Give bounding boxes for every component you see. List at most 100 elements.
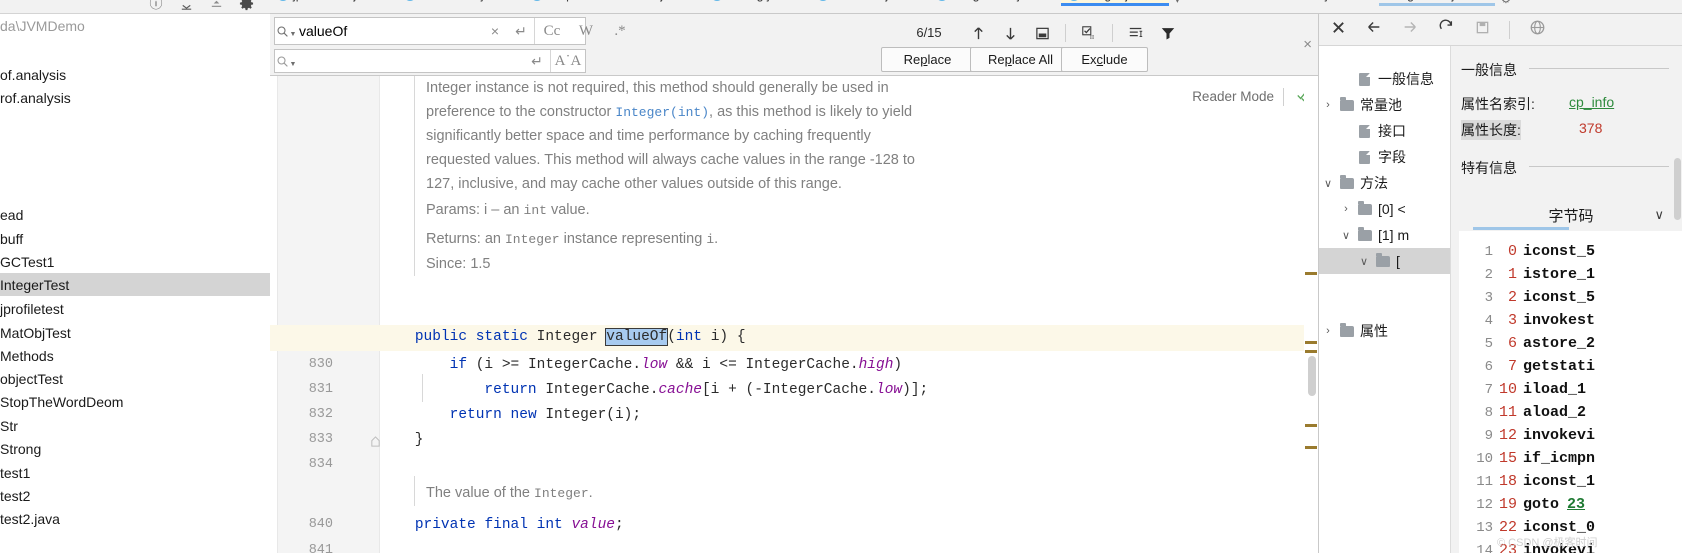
close-icon[interactable] [1329,20,1347,40]
tree-node[interactable]: › 属性 [1319,318,1451,344]
close-tab-icon[interactable]: × [511,0,517,1]
expand-all-icon[interactable] [208,0,224,12]
back-arrow-icon[interactable] [1365,19,1383,40]
search-field-container[interactable]: ▼ × ↵ Cc W .* [274,17,626,45]
tree-node[interactable]: ∨ 方法 [1319,170,1451,196]
editor-tab[interactable]: GCTest1.java × [810,0,928,6]
code-line[interactable]: if (i >= IntegerCache.low && i <= Intege… [380,357,903,373]
occurrence-marker[interactable] [1305,350,1317,353]
settings-gear-icon[interactable] [238,0,254,12]
close-tab-icon[interactable]: × [690,0,696,1]
bytecode-row[interactable]: 1 0 iconst_5 [1459,240,1682,263]
collapse-all-icon[interactable] [178,0,194,12]
replace-history-caret-icon[interactable]: ▼ [290,61,297,68]
bytecode-row[interactable]: 3 2 iconst_5 [1459,286,1682,309]
replace-history-icon[interactable]: ↵ [524,53,550,70]
search-history-icon[interactable]: ↵ [508,23,534,40]
close-tab-icon[interactable]: × [1482,0,1488,1]
class-structure-tree[interactable]: 一般信息 › 常量池 接口 字段 ∨ 方法 › [0] < ∨ [1] m ∨[› 属性 [1319,46,1451,553]
bytecode-row[interactable]: 6 7 getstati [1459,355,1682,378]
code-line[interactable]: private final int value; [380,517,624,533]
close-tab-icon[interactable]: × [797,0,803,1]
chevron-down-icon[interactable]: ∨ [1319,177,1337,190]
replace-field-container[interactable]: ▼ ↵ A˙A [274,49,586,73]
replace-all-button[interactable]: Re p lace All [970,47,1071,72]
close-tab-icon[interactable]: × [1047,0,1053,1]
sidebar-item[interactable]: da\JVMDemo [0,14,270,37]
bytecode-row[interactable]: 12 19 goto 23 [1459,493,1682,516]
tree-node[interactable]: ∨[ [1319,248,1451,274]
code-line[interactable]: } [380,432,424,448]
occurrence-marker[interactable] [1305,446,1317,449]
tree-node[interactable]: ∨ [1] m [1319,222,1451,248]
sidebar-item[interactable]: MatObjTest [0,321,270,344]
search-input[interactable] [297,23,482,39]
tabs-overflow-icon[interactable]: ▾ [1169,0,1187,6]
select-all-occurrences-icon[interactable]: II [1073,20,1105,46]
replace-button[interactable]: Re p lace [881,47,974,72]
find-previous-icon[interactable] [962,20,994,46]
chevron-down-icon[interactable]: ∨ [1337,229,1355,242]
jclasslib-tab[interactable]: IntegerTest.java × [1379,0,1495,6]
replace-search-icon[interactable]: ▼ [275,55,297,68]
toggle-whole-words[interactable]: W [569,23,603,40]
reload-icon[interactable] [1437,19,1455,40]
chevron-right-icon[interactable]: › [1319,325,1337,337]
line-number-gutter[interactable]: 829830831832833834840841 [278,76,380,553]
editor-tab[interactable]: StstemGC.java × [397,0,525,6]
clear-search-icon[interactable]: × [482,23,508,39]
tree-node[interactable]: 字段 [1319,144,1451,170]
search-history-caret-icon[interactable]: ▼ [290,31,297,38]
forward-arrow-icon[interactable] [1401,19,1419,40]
sidebar-item[interactable]: IntegerTest [0,273,270,296]
toggle-case-sensitive[interactable]: Cc [535,23,569,40]
exclude-button[interactable]: Ex c lude [1061,47,1148,72]
editor-tab[interactable]: Integer.java × [1060,0,1169,6]
bytecode-row[interactable]: 5 6 astore_2 [1459,332,1682,355]
code-line[interactable]: return IntegerCache.cache[i + (-IntegerC… [380,382,928,398]
filter-icon[interactable] [1152,20,1184,46]
bytecode-row[interactable]: 4 3 invokest [1459,309,1682,332]
chevron-right-icon[interactable]: › [1319,99,1337,111]
bytecode-row[interactable]: 7 10 iload_1 [1459,378,1682,401]
sidebar-item[interactable]: Strong [0,437,270,460]
bytecode-instruction-list[interactable]: 1 0 iconst_5 2 1 istore_1 3 2 iconst_5 4 3 invokest… [1459,231,1682,553]
replace-input[interactable] [297,53,524,69]
sidebar-item[interactable]: test2.java [0,507,270,530]
chevron-down-icon[interactable]: ∨ [1654,207,1664,223]
close-tab-icon[interactable]: × [383,0,389,1]
open-in-find-window-icon[interactable] [1026,20,1058,46]
settings-gear-icon[interactable]: ⚙ [1495,0,1517,6]
editor-tab[interactable]: IntegerTest.java × [929,0,1061,6]
find-next-icon[interactable] [994,20,1026,46]
sidebar-item[interactable]: test1 [0,461,270,484]
bytecode-row[interactable]: 11 18 iconst_1 [1459,470,1682,493]
attr-name-index-value[interactable]: cp_info [1569,94,1614,110]
sidebar-item[interactable]: StopTheWordDeom [0,390,270,413]
tree-node[interactable]: › [0] < [1319,196,1451,222]
sidebar-item[interactable]: objectTest [0,367,270,390]
tab-bytecode[interactable]: 字节码 [1459,202,1682,228]
sidebar-item[interactable]: test2 [0,484,270,507]
sidebar-item[interactable]: GCTest1 [0,250,270,273]
close-tab-icon[interactable]: × [915,0,921,1]
code-line[interactable]: return new Integer(i); [380,407,641,423]
sidebar-item[interactable]: jprofiletest [0,297,270,320]
sidebar-item[interactable]: rof.analysis [0,86,270,109]
tree-node[interactable]: 一般信息 [1319,66,1451,92]
globe-icon[interactable] [1528,19,1546,41]
editor-marker-strip[interactable] [1304,76,1318,553]
code-line[interactable]: public static Integer valueOf(int i) { [380,328,746,346]
bytecode-row[interactable]: 8 11 aload_2 [1459,401,1682,424]
save-icon[interactable] [1473,20,1491,40]
occurrence-marker[interactable] [1305,424,1317,427]
close-find-bar-icon[interactable]: × [1303,36,1312,53]
jclasslib-tab[interactable]: jclasslib: [1318,0,1379,6]
editor-tab[interactable]: Strong.java × [704,0,811,6]
bytecode-row[interactable]: 2 1 istore_1 [1459,263,1682,286]
sidebar-item[interactable]: Methods [0,344,270,367]
sidebar-item[interactable]: buff [0,227,270,250]
tree-node[interactable]: › 常量池 [1319,92,1451,118]
editor-scrollbar-thumb[interactable] [1308,356,1316,396]
toggle-preserve-case[interactable]: A˙A [551,53,585,70]
